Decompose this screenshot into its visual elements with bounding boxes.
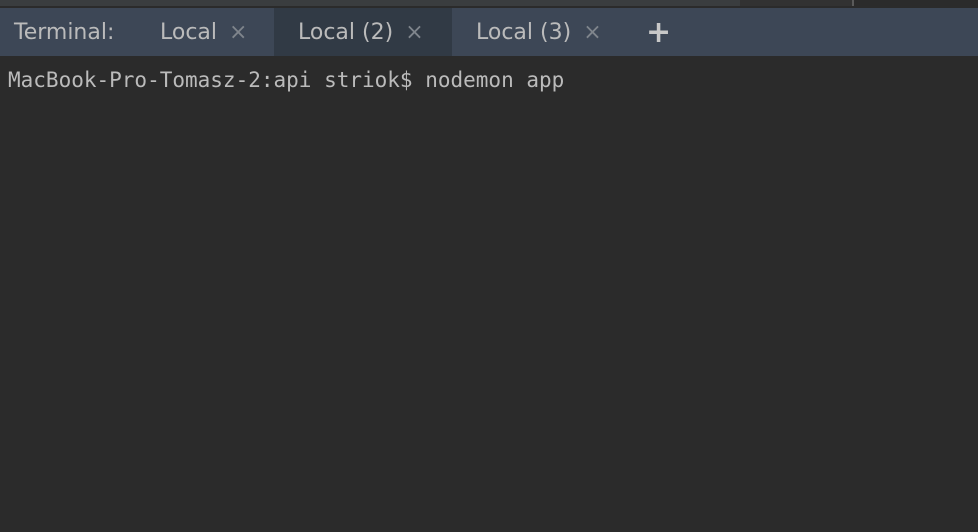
close-icon[interactable]: × — [405, 20, 423, 45]
terminal-output[interactable]: MacBook-Pro-Tomasz-2:api striok$ nodemon… — [0, 56, 978, 532]
close-icon[interactable]: × — [229, 20, 247, 45]
tab-label: Local (3) — [476, 19, 572, 45]
tab-local-2[interactable]: Local (2) × — [274, 8, 452, 56]
tab-local[interactable]: Local × — [146, 8, 274, 56]
prompt-line: MacBook-Pro-Tomasz-2:api striok$ nodemon… — [8, 68, 565, 92]
terminal-tab-bar: Terminal: Local × Local (2) × Local (3) … — [0, 8, 978, 56]
tab-local-3[interactable]: Local (3) × — [452, 8, 644, 56]
close-icon[interactable]: × — [583, 20, 601, 45]
tab-label: Local — [160, 19, 218, 45]
tab-label: Local (2) — [298, 19, 394, 45]
add-tab-icon[interactable]: + — [646, 15, 671, 50]
top-strip — [0, 0, 978, 8]
terminal-label: Terminal: — [14, 19, 115, 45]
